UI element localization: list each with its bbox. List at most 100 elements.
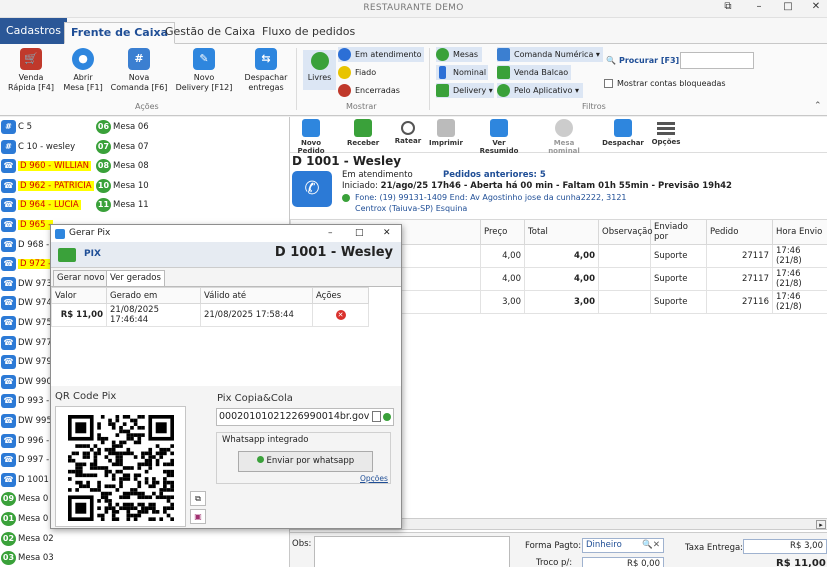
opcoes-link[interactable]: Opções [360, 474, 388, 483]
list-item-label: D 962 - PATRICIA [18, 180, 94, 191]
minimize-button[interactable]: – [745, 1, 773, 17]
col-header-enviado-por[interactable]: Enviado por [650, 219, 707, 245]
troco-field[interactable]: R$ 0,00 [582, 557, 664, 567]
tab-ver-gerados[interactable]: Ver gerados [106, 270, 165, 286]
list-item-label: Mesa 02 [18, 533, 54, 544]
col-header-acoes[interactable]: Ações [312, 287, 369, 304]
receber-button[interactable]: Receber [347, 119, 379, 147]
list-item[interactable]: ☎ D 968 - [0, 235, 49, 255]
novo-delivery-button[interactable]: ✎ Novo Delivery [F12] [175, 48, 233, 93]
dialog-maximize-button[interactable]: □ [355, 225, 364, 242]
novo-pedido-button[interactable]: Novo Pedido [293, 119, 329, 155]
list-item[interactable]: ☎ D 996 - [0, 431, 49, 451]
list-item[interactable]: ☎ D 972 - [0, 254, 54, 274]
list-item[interactable]: 02 Mesa 02 [0, 529, 54, 549]
abrir-mesa-button[interactable]: ● Abrir Mesa [F1] [60, 48, 106, 93]
copy-icon[interactable] [372, 411, 381, 422]
encerradas-toggle[interactable]: Encerradas [338, 83, 400, 98]
list-item[interactable]: ☎ DW 975 [0, 313, 52, 333]
whatsapp-icon[interactable] [383, 413, 391, 421]
list-item[interactable]: ☎ DW 995 [0, 411, 52, 431]
table-row[interactable]: R$ 11,00 21/08/2025 17:46:44 21/08/2025 … [51, 303, 369, 327]
list-item[interactable]: ☎ DW 990 [0, 372, 52, 392]
mesas-toggle[interactable]: Mesas [436, 47, 482, 62]
fiado-toggle[interactable]: Fiado [338, 65, 376, 80]
list-item[interactable]: 11 Mesa 11 [95, 195, 149, 215]
save-qr-icon[interactable]: ▣ [190, 509, 206, 524]
col-header-observacao[interactable]: Observação [598, 219, 653, 245]
col-header-preco[interactable]: Preço [480, 219, 525, 245]
col-header-pedido[interactable]: Pedido [706, 219, 773, 245]
despachar-entregas-button[interactable]: ⇆ Despachar entregas [241, 48, 291, 93]
list-item[interactable]: ☎ D 1001 [0, 470, 49, 490]
list-item[interactable]: # C 10 - wesley [0, 137, 75, 157]
ver-resumido-button[interactable]: Ver Resumido [478, 119, 520, 155]
obs-textarea[interactable] [314, 536, 510, 567]
col-header-hora-envio[interactable]: Hora Envio [772, 219, 827, 245]
pedidos-anteriores[interactable]: Pedidos anteriores: 5 [443, 170, 546, 180]
livres-button[interactable]: Livres [303, 50, 336, 90]
tab-gestao-de-caixa[interactable]: Gestão de Caixa [159, 22, 261, 44]
search-clear-icon[interactable]: 🔍✕ [642, 539, 660, 552]
copy-qr-icon[interactable]: ⧉ [190, 491, 206, 506]
close-button[interactable]: ✕ [802, 1, 827, 17]
maximize-button[interactable]: □ [774, 1, 802, 17]
col-header-valor[interactable]: Valor [51, 287, 107, 304]
tab-fluxo-de-pedidos[interactable]: Fluxo de pedidos [256, 22, 361, 44]
list-item[interactable]: # C 5 [0, 117, 32, 137]
opcoes-button[interactable]: Opções [650, 119, 682, 146]
list-item[interactable]: 06 Mesa 06 [95, 117, 149, 137]
pix-copia-cola-input[interactable]: 00020101021226990014br.gov [216, 408, 394, 426]
whatsapp-icon [342, 194, 350, 202]
em-atendimento-toggle[interactable]: Em atendimento [338, 47, 424, 62]
list-item[interactable]: 09 Mesa 0 [0, 489, 48, 509]
list-item[interactable]: 08 Mesa 08 [95, 156, 149, 176]
col-header-gerado-em[interactable]: Gerado em [106, 287, 201, 304]
dialog-heading: D 1001 - Wesley [274, 245, 393, 260]
mostrar-contas-bloqueadas-checkbox[interactable]: Mostrar contas bloqueadas [604, 76, 726, 91]
enviar-whatsapp-button[interactable]: Enviar por whatsapp [238, 451, 373, 472]
list-item[interactable]: ☎ D 962 - PATRICIA [0, 176, 94, 196]
despachar-button[interactable]: Despachar [602, 119, 644, 147]
collapse-ribbon-icon[interactable]: ⌃ [814, 101, 822, 111]
procurar-button[interactable]: 🔍 Procurar [F3] [606, 53, 679, 68]
ratear-button[interactable]: Ratear [394, 119, 422, 145]
nova-comanda-button[interactable]: # Nova Comanda [F6] [110, 48, 168, 93]
list-item[interactable]: ☎ D 993 - [0, 391, 49, 411]
list-item[interactable]: ☎ D 997 - [0, 450, 49, 470]
col-header-valido-ate[interactable]: Válido até [200, 287, 313, 304]
dialog-close-button[interactable]: ✕ [383, 225, 391, 242]
procurar-input[interactable] [680, 52, 754, 69]
restore-button[interactable]: ⧉ [714, 1, 742, 17]
tab-gerar-novo[interactable]: Gerar novo [53, 270, 109, 286]
imprimir-button[interactable]: Imprimir [428, 119, 464, 147]
forma-pagto-field[interactable]: Dinheiro 🔍✕ [582, 538, 664, 553]
pelo-aplicativo-toggle[interactable]: Pelo Aplicativo ▾ [497, 83, 583, 98]
list-item[interactable]: 03 Mesa 03 [0, 548, 54, 567]
list-item[interactable]: ☎ D 965 - [0, 215, 54, 235]
list-item[interactable]: ☎ DW 974 [0, 293, 52, 313]
venda-rapida-button[interactable]: 🛒 Venda Rápida [F4] [6, 48, 56, 93]
list-item[interactable]: 07 Mesa 07 [95, 137, 149, 157]
list-item[interactable]: ☎ DW 973 [0, 274, 52, 294]
list-item[interactable]: ☎ DW 979 [0, 352, 52, 372]
list-item[interactable]: 10 Mesa 10 [95, 176, 149, 196]
comanda-numerica-toggle[interactable]: Comanda Numérica ▾ [497, 47, 603, 62]
list-item[interactable]: ☎ D 960 - WILLIAN [0, 156, 92, 176]
list-item[interactable]: 01 Mesa 0 [0, 509, 48, 529]
dialog-minimize-button[interactable]: – [328, 225, 333, 242]
nominal-toggle[interactable]: Nominal [436, 65, 488, 80]
list-item[interactable]: ☎ DW 977 [0, 333, 52, 353]
delete-icon[interactable]: ✕ [335, 310, 346, 320]
title-bar: RESTAURANTE DEMO ⧉ – □ ✕ [0, 0, 827, 18]
delivery-toggle[interactable]: Delivery ▾ [436, 83, 494, 98]
col-header-total[interactable]: Total [524, 219, 599, 245]
venda-balcao-toggle[interactable]: Venda Balcao [497, 65, 571, 80]
scroll-right-icon[interactable]: ▸ [816, 520, 826, 529]
mesa-nominal-button[interactable]: Mesa nominal [538, 119, 590, 155]
list-item-label: Mesa 10 [113, 180, 149, 191]
tab-cadastros[interactable]: Cadastros [0, 18, 67, 44]
taxa-entrega-field[interactable]: R$ 3,00 [743, 539, 827, 554]
dialog-tabs: Gerar novo Ver gerados [51, 268, 401, 286]
list-item[interactable]: ☎ D 964 - LUCIA [0, 195, 81, 215]
